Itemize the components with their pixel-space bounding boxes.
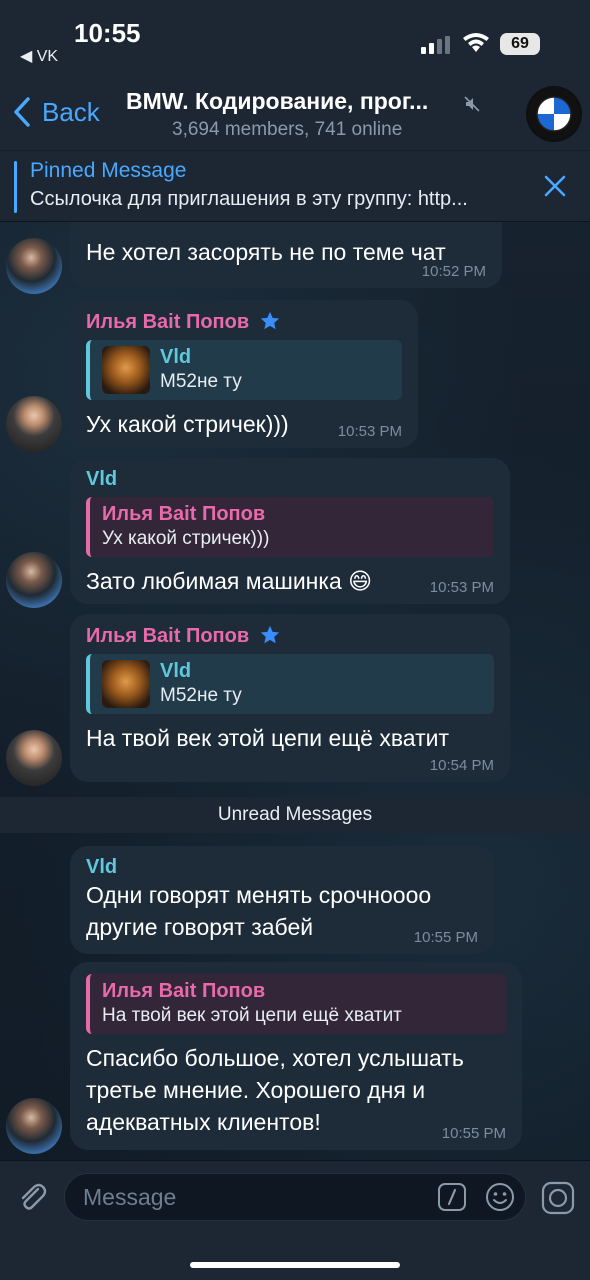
message-time: 10:53 PM — [429, 579, 494, 596]
sender-name: Vld — [86, 468, 118, 490]
pinned-accent-bar — [14, 161, 17, 213]
reply-thumbnail — [102, 660, 150, 708]
avatar[interactable] — [6, 396, 62, 452]
pinned-title: Pinned Message — [30, 159, 187, 182]
message-bubble[interactable]: Илья Bait Попов На твой век этой цепи ещ… — [70, 962, 522, 1150]
message-time: 10:53 PM — [337, 423, 402, 440]
cellular-signal-icon — [421, 36, 450, 54]
pinned-message-bar[interactable]: Pinned Message Ссылочка для приглашения … — [0, 150, 590, 222]
emoji-icon[interactable] — [484, 1181, 516, 1213]
battery-indicator: 69 — [500, 33, 540, 55]
star-badge-icon — [260, 311, 279, 330]
unread-messages-divider: Unread Messages — [0, 797, 590, 833]
reply-text: Ух какой стричек))) — [102, 528, 270, 549]
message-text: На твой век этой цепи ещё хватит — [86, 725, 450, 751]
home-indicator — [190, 1262, 400, 1268]
reply-thumbnail — [102, 346, 150, 394]
message-time: 10:55 PM — [413, 929, 478, 946]
reply-preview[interactable]: Vld M52не ту — [86, 340, 402, 400]
message-time: 10:52 PM — [421, 263, 486, 280]
reply-preview[interactable]: Илья Bait Попов На твой век этой цепи ещ… — [86, 974, 506, 1034]
reply-preview[interactable]: Илья Bait Попов Ух какой стричек))) — [86, 497, 494, 557]
message-text-line: третье мнение. Хорошего дня и — [86, 1077, 426, 1103]
battery-level: 69 — [511, 35, 529, 52]
reply-sender: Илья Bait Попов — [102, 980, 266, 1002]
chat-header: Back BMW. Кодирование, прог... 3,694 mem… — [0, 78, 590, 150]
group-avatar[interactable] — [526, 86, 582, 142]
back-button[interactable]: Back — [12, 96, 100, 128]
close-icon[interactable] — [542, 173, 568, 199]
muted-icon — [464, 96, 480, 112]
reply-preview[interactable]: Vld M52не ту — [86, 654, 494, 714]
video-message-icon[interactable] — [540, 1180, 576, 1216]
avatar[interactable] — [6, 238, 62, 294]
chevron-left-icon — [14, 97, 30, 127]
wifi-icon — [463, 33, 489, 52]
reply-sender: Vld — [160, 346, 192, 368]
bmw-logo-icon — [528, 88, 580, 140]
reply-sender: Vld — [160, 660, 192, 682]
status-time: 10:55 — [74, 18, 141, 48]
chat-subtitle: 3,694 members, 741 online — [172, 119, 403, 140]
message-bubble[interactable]: Илья Bait Попов Vld M52не ту На твой век… — [70, 614, 510, 782]
avatar[interactable] — [6, 730, 62, 786]
sender-label: Илья Bait Попов — [86, 625, 250, 647]
reply-text: M52не ту — [160, 371, 242, 392]
message-bubble[interactable]: Vld Одни говорят менять срочноооо другие… — [70, 846, 494, 954]
back-label: Back — [42, 96, 100, 127]
sender-name: Илья Bait Попов — [86, 310, 402, 334]
message-bubble[interactable]: Не хотел засорять не по теме чат 10:52 P… — [70, 222, 502, 288]
sender-name: Vld — [86, 856, 118, 878]
message-text-line: Одни говорят менять срочноооо — [86, 882, 432, 908]
message-time: 10:55 PM — [441, 1125, 506, 1142]
reply-text: M52не ту — [160, 685, 242, 706]
commands-icon[interactable] — [437, 1182, 467, 1212]
message-bubble[interactable]: Vld Илья Bait Попов Ух какой стричек))) … — [70, 458, 510, 604]
avatar[interactable] — [6, 552, 62, 608]
sender-label: Илья Bait Попов — [86, 311, 250, 333]
paperclip-icon[interactable] — [14, 1179, 50, 1215]
star-badge-icon — [260, 625, 279, 644]
pinned-text: Ссылочка для приглашения в эту группу: h… — [30, 188, 468, 210]
reply-text: На твой век этой цепи ещё хватит — [102, 1005, 402, 1026]
message-text-line: Спасибо большое, хотел услышать — [86, 1045, 464, 1071]
message-bubble[interactable]: Илья Bait Попов Vld M52не ту Ух какой ст… — [70, 300, 418, 448]
sender-name: Илья Bait Попов — [86, 624, 494, 648]
avatar[interactable] — [6, 1098, 62, 1154]
back-to-app-link[interactable]: ◀ VK — [20, 46, 58, 66]
status-bar: 10:55 ◀ VK 69 — [0, 0, 590, 78]
chat-title[interactable]: BMW. Кодирование, прог... — [126, 88, 428, 115]
reply-sender: Илья Bait Попов — [102, 503, 266, 525]
message-time: 10:54 PM — [429, 757, 494, 774]
